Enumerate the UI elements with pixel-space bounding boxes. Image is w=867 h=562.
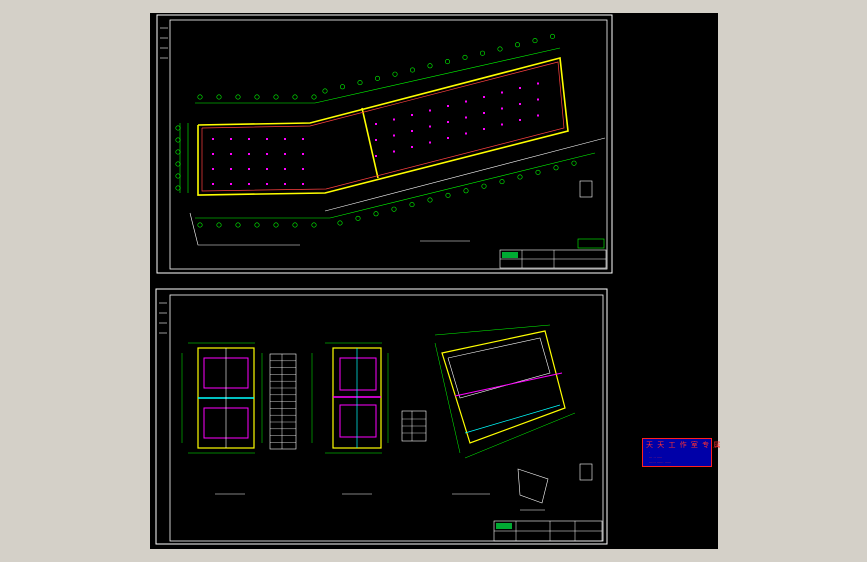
building-outline-red [201, 61, 565, 192]
site-boundary [189, 137, 606, 246]
plan-titles [215, 493, 545, 511]
north-arrow [579, 180, 593, 198]
stamp-line-1: · [649, 451, 651, 455]
grid-bubbles [175, 33, 577, 228]
legend-box [577, 238, 605, 249]
drawing-canvas[interactable] [150, 13, 718, 549]
binding-marks [159, 302, 167, 334]
sheet-top-frame [156, 14, 613, 274]
title-block-top [499, 249, 607, 269]
site-plan-grid [179, 47, 596, 219]
stamp-title: 天 天 工 作 室 专 属 [646, 441, 722, 449]
north-arrow [579, 463, 593, 481]
division-wall [361, 107, 379, 179]
sheet-top [156, 14, 613, 274]
stamp-line-3: ······ ······ ······ [649, 461, 672, 465]
floor-plan-1 [181, 342, 263, 454]
sheet-top-inner-frame [169, 19, 608, 270]
schedule-table-2 [401, 410, 427, 442]
floor-plan-3 [434, 324, 576, 504]
stamp-line-2: ··· ·· ····· [649, 456, 663, 460]
studio-stamp: 天 天 工 作 室 专 属 · ··· ·· ····· ······ ····… [642, 438, 722, 467]
sheet-bottom [155, 288, 608, 545]
schedule-table-1 [269, 353, 297, 450]
floor-plan-2 [311, 342, 389, 454]
cad-drawing[interactable] [150, 13, 718, 549]
title-block-bottom [493, 520, 603, 542]
binding-marks [160, 27, 168, 59]
